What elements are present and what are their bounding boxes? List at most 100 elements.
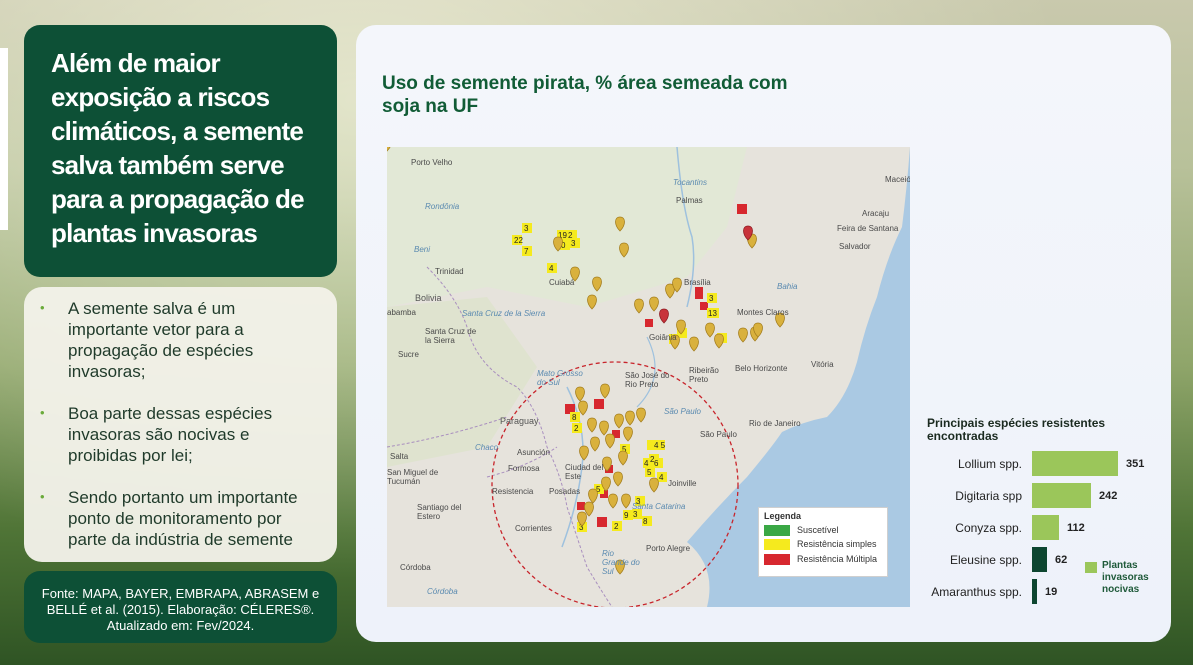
bar-legend-swatch	[1085, 562, 1097, 573]
map-label: Trinidad	[435, 267, 464, 276]
bar-value-label: 19	[1045, 586, 1058, 598]
map-label: Montes Claros	[737, 308, 789, 317]
svg-text:3: 3	[524, 224, 529, 233]
bullets-box: • A semente salva é um importante vetor …	[24, 287, 337, 562]
map-label: Palmas	[676, 196, 703, 205]
bullet-dot-icon: •	[40, 405, 45, 420]
resistance-map[interactable]: 3227 1920 34 313 22 82 54 52 465 453 398…	[387, 147, 910, 607]
bar	[1032, 515, 1059, 540]
bar-category-label: Lollium spp.	[957, 457, 1022, 471]
map-label: Vitória	[811, 360, 834, 369]
map-label: Aracaju	[862, 209, 890, 218]
bar-category-label: Digitaria spp	[955, 489, 1022, 503]
map-label: Porto Velho	[411, 158, 453, 167]
map-label: Córdoba	[427, 587, 458, 596]
map-label: Rio de Janeiro	[749, 419, 801, 428]
map-label: Bahia	[777, 282, 798, 291]
bar-category-label: Conyza spp.	[955, 521, 1022, 535]
legend-swatch	[764, 525, 790, 536]
svg-text:22: 22	[514, 236, 523, 245]
bar	[1032, 547, 1047, 572]
map-label: São José do Rio Preto	[625, 371, 670, 389]
legend-swatch	[764, 554, 790, 565]
map-label: Santiago del Estero	[417, 503, 462, 521]
map-label: abamba	[387, 308, 416, 317]
map-label: Feira de Santana	[837, 224, 899, 233]
map-label: Porto Alegre	[646, 544, 691, 553]
map-label: Rondônia	[425, 202, 460, 211]
map-label: Formosa	[508, 464, 540, 473]
legend-swatch	[764, 539, 790, 550]
svg-text:2: 2	[574, 424, 579, 433]
bar-category-label: Eleusine spp.	[949, 553, 1022, 567]
map-label: Posadas	[549, 487, 581, 496]
map-label: Asunción	[517, 448, 550, 457]
map-label: Chaco	[475, 443, 499, 452]
bullet-text: Sendo portanto um importante ponto de mo…	[68, 488, 298, 549]
legend-label: Resistência simples	[797, 539, 877, 549]
bar	[1032, 451, 1118, 476]
map-label: Sucre	[398, 350, 419, 359]
map-label: Corrientes	[515, 524, 552, 533]
svg-text:4: 4	[549, 264, 554, 273]
bullet-dot-icon: •	[40, 300, 45, 315]
bar-value-label: 62	[1055, 554, 1068, 566]
headline-box: Além de maior exposição a riscos climáti…	[24, 25, 337, 277]
map-label: Resistencia	[492, 487, 534, 496]
bullet-text: A semente salva é um importante vetor pa…	[68, 299, 254, 381]
svg-text:9: 9	[624, 511, 629, 520]
bar-legend-label: Plantas invasoras nocivas	[1102, 560, 1149, 595]
map-label: San Miguel de Tucumán	[387, 468, 439, 486]
bar-value-label: 242	[1099, 490, 1118, 502]
bullet-text: Boa parte dessas espécies invasoras são …	[68, 404, 273, 465]
map-label: Mato Grosso do Sul	[537, 369, 583, 387]
map-label: São Paulo	[664, 407, 701, 416]
map-label: Tocantins	[673, 178, 707, 187]
legend-title: Legenda	[764, 511, 802, 521]
source-box: Fonte: MAPA, BAYER, EMBRAPA, ABRASEM e B…	[24, 571, 337, 643]
bullet-dot-icon: •	[40, 489, 45, 504]
map-label: Rio Grande do Sul	[602, 549, 640, 576]
svg-text:3: 3	[571, 239, 576, 248]
slide-edge-strip	[0, 48, 8, 230]
map-label: Beni	[414, 245, 431, 254]
svg-text:6: 6	[654, 459, 659, 468]
svg-text:8: 8	[643, 517, 648, 526]
map-label: Santa Cruz de la Sierra	[425, 327, 477, 345]
svg-text:4 5: 4 5	[654, 441, 666, 450]
bar-category-label: Amaranthus spp.	[931, 585, 1022, 599]
svg-text:5: 5	[647, 468, 652, 477]
svg-text:2: 2	[614, 522, 619, 531]
chart-card: Uso de semente pirata, % área semeada co…	[356, 25, 1171, 642]
bar-value-label: 351	[1126, 458, 1145, 470]
map-label: Bolivia	[415, 293, 442, 303]
headline: Além de maior exposição a riscos climáti…	[51, 48, 305, 248]
map-label: Santa Catarina	[632, 502, 686, 511]
svg-text:7: 7	[524, 247, 529, 256]
svg-text:8: 8	[572, 413, 577, 422]
svg-text:3: 3	[709, 294, 714, 303]
legend-label: Suscetível	[797, 525, 839, 535]
legend-label: Resistência Múltipla	[797, 554, 878, 564]
map-label: Paraguay	[500, 416, 539, 426]
map-label: Córdoba	[400, 563, 431, 572]
bar-chart-title: Principais espécies resistentes encontra…	[927, 416, 1106, 443]
map-label: Santa Cruz de la Sierra	[462, 309, 546, 318]
map-label: Belo Horizonte	[735, 364, 788, 373]
map-label: Goiânia	[649, 333, 677, 342]
map-label: Ciudad del Este	[565, 463, 604, 481]
svg-text:4: 4	[659, 473, 664, 482]
svg-text:3: 3	[633, 510, 638, 519]
map-label: Joinville	[668, 479, 697, 488]
svg-text:13: 13	[708, 309, 717, 318]
map-label: Maceió	[885, 175, 910, 184]
map-label: São Paulo	[700, 430, 737, 439]
map-title: Uso de semente pirata, % área semeada co…	[382, 73, 788, 117]
bar	[1032, 579, 1037, 604]
map-label: Salvador	[839, 242, 871, 251]
source-text: Fonte: MAPA, BAYER, EMBRAPA, ABRASEM e B…	[41, 586, 320, 633]
map-label: Brasília	[684, 278, 711, 287]
map-legend: Legenda Suscetível Resistência simples R…	[758, 507, 888, 577]
svg-text:4: 4	[644, 459, 649, 468]
bar-value-label: 112	[1067, 522, 1085, 534]
